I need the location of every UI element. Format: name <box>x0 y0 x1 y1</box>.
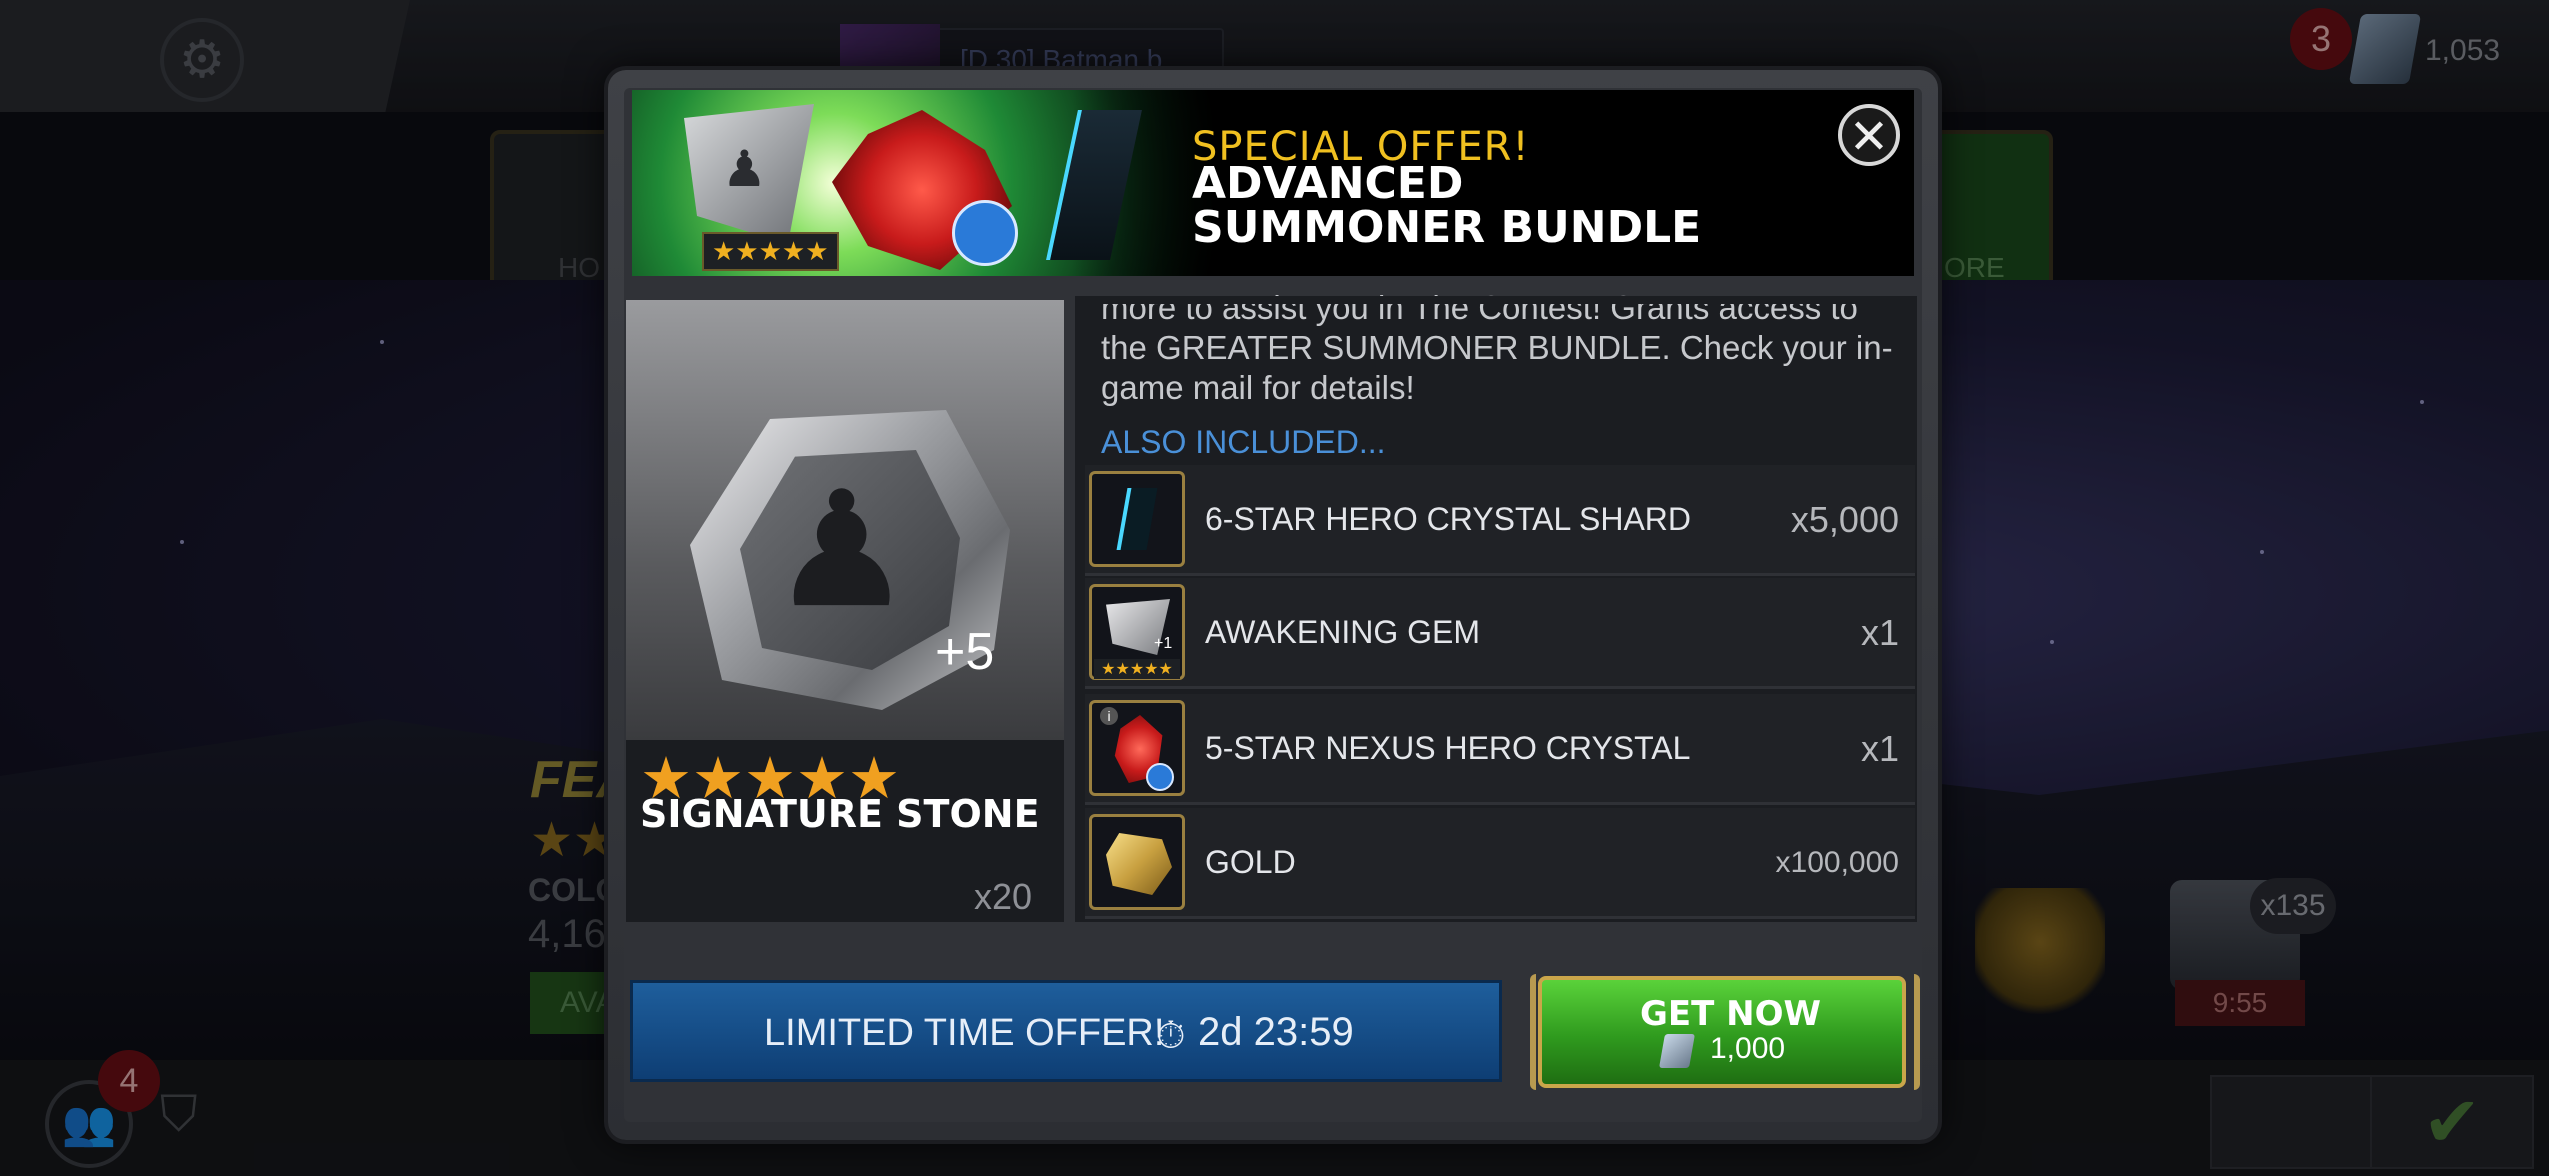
list-item: +1 ★★★★★ AWAKENING GEM x1 <box>1085 578 1915 689</box>
crystal-shard-icon <box>1089 471 1185 567</box>
get-now-price: 1,000 <box>1710 1032 1786 1065</box>
gold-icon <box>1089 814 1185 910</box>
offer-title: ADVANCED SUMMONER BUNDLE <box>1192 158 1702 253</box>
info-icon[interactable]: i <box>1100 707 1118 725</box>
get-now-label: GET NOW <box>1640 994 1822 1034</box>
signature-stone-name: SIGNATURE STONE <box>640 792 1040 836</box>
item-name: AWAKENING GEM <box>1205 614 1480 650</box>
item-name: GOLD <box>1205 844 1296 880</box>
champion-silhouette-icon: ♟ <box>722 141 767 197</box>
nexus-emblem-icon <box>1146 763 1174 791</box>
signature-stone-plus: +5 <box>935 623 995 681</box>
champion-silhouette-icon: ♟ <box>770 460 914 639</box>
item-quantity: x5,000 <box>1790 499 1899 540</box>
gold-nugget-shape <box>1106 833 1172 895</box>
offer-description: more to assist you in The Contest! Grant… <box>1101 289 1893 406</box>
banner-stars: ★★★★★ <box>702 232 839 271</box>
item-name: 5-STAR NEXUS HERO CRYSTAL <box>1205 730 1691 766</box>
list-item: 6-STAR HERO CRYSTAL SHARD x5,000 <box>1085 465 1915 576</box>
item-quantity: x100,000 <box>1775 846 1899 879</box>
also-included-label: ALSO INCLUDED... <box>1101 424 1386 460</box>
signature-stone-quantity: x20 <box>974 876 1033 917</box>
awakening-gem-stars: ★★★★★ <box>1094 659 1180 679</box>
item-quantity: x1 <box>1860 612 1899 653</box>
awakening-gem-badge: +1 <box>1154 635 1173 652</box>
description-scroll-mask <box>1075 296 1917 304</box>
nexus-emblem-icon <box>952 200 1018 266</box>
limited-time-offer-label: LIMITED TIME OFFER! <box>764 1012 1165 1054</box>
offer-timer: 2d 23:59 <box>1198 1010 1354 1054</box>
close-button[interactable]: ✕ <box>1838 104 1900 166</box>
list-item: GOLD x100,000 <box>1085 808 1915 919</box>
stopwatch-icon: ⏱ <box>1156 1015 1186 1057</box>
list-item: i 5-STAR NEXUS HERO CRYSTAL x1 <box>1085 694 1915 805</box>
units-currency-icon <box>1659 1034 1695 1068</box>
awakening-gem-icon: +1 ★★★★★ <box>1089 584 1185 680</box>
nexus-crystal-icon[interactable]: i <box>1089 700 1185 796</box>
item-name: 6-STAR HERO CRYSTAL SHARD <box>1205 501 1692 537</box>
shard-shape <box>1116 488 1158 550</box>
item-quantity: x1 <box>1860 728 1899 769</box>
